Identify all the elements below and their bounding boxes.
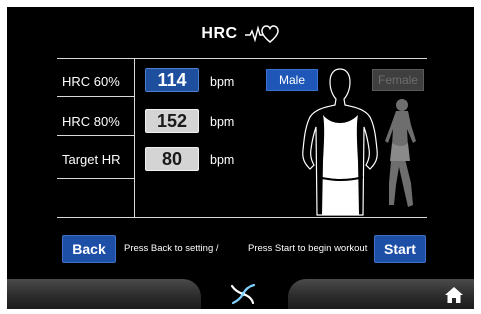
back-hint-text: Press Back to setting /	[124, 243, 219, 254]
hrc-60-unit: bpm	[210, 75, 235, 89]
row-divider	[57, 178, 134, 179]
home-icon[interactable]	[444, 286, 464, 304]
row-divider	[57, 96, 134, 97]
back-button[interactable]: Back	[62, 235, 116, 263]
hrc-80-value-field[interactable]: 152	[145, 109, 199, 133]
row-divider	[57, 135, 134, 136]
header: HRC	[7, 21, 474, 47]
fan-icon[interactable]	[228, 281, 258, 307]
bottom-divider	[57, 217, 427, 218]
start-button[interactable]: Start	[374, 235, 426, 263]
female-body-figure	[385, 99, 416, 207]
hrc-screen: HRC HRC 60% 114 bpm HRC 80% 152 bpm Targ…	[7, 7, 474, 309]
hrc-80-label: HRC 80%	[62, 114, 120, 129]
target-hr-unit: bpm	[210, 153, 235, 167]
hrc-60-value-field[interactable]: 114	[145, 68, 199, 92]
top-divider	[57, 58, 427, 59]
target-hr-value-field[interactable]: 80	[145, 147, 199, 171]
male-body-figure	[302, 68, 378, 216]
start-hint-text: Press Start to begin workout	[248, 243, 368, 254]
page-title: HRC	[201, 25, 238, 42]
target-hr-label: Target HR	[62, 152, 121, 167]
heart-rate-icon	[244, 25, 279, 43]
hrc-80-unit: bpm	[210, 115, 235, 129]
bottom-bar-left-panel	[7, 279, 201, 309]
hrc-60-label: HRC 60%	[62, 74, 120, 89]
